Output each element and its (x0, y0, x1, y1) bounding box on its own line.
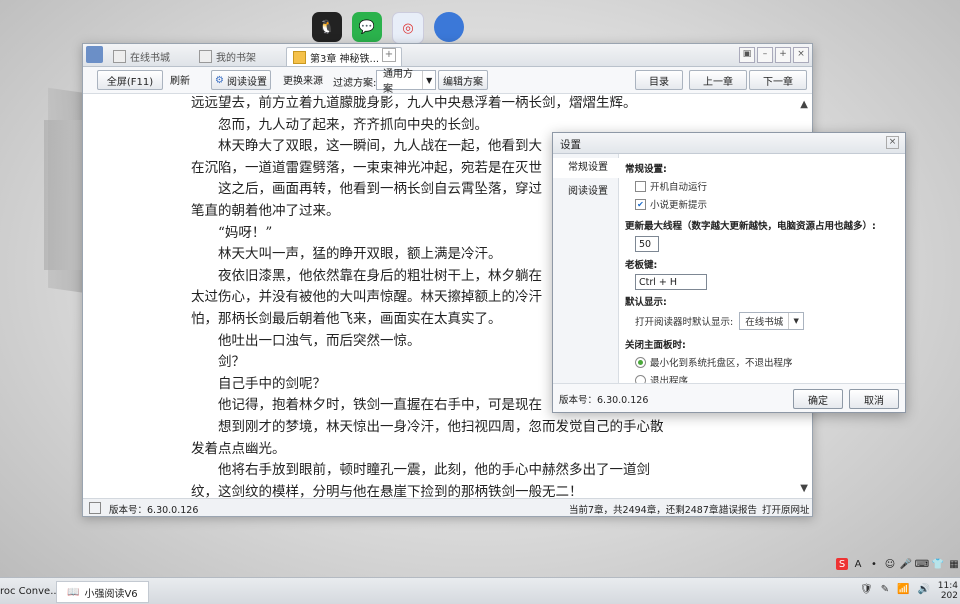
ok-button[interactable]: 确定 (793, 389, 843, 409)
window-controls: ▣ – + × (739, 47, 809, 63)
keyboard-icon[interactable]: ⌨ (915, 558, 929, 570)
open-reader-row: 打开阅读器时默认显示: 在线书城 ▼ (625, 310, 897, 332)
dialog-version-text: 版本号：6.30.0.126 (559, 395, 649, 406)
pen-icon[interactable]: ✎ (881, 584, 889, 595)
antivirus-icon[interactable]: 🛡 (860, 584, 873, 595)
emoji-icon[interactable]: ☺ (884, 558, 896, 570)
network-icon[interactable]: 📶 (897, 584, 909, 595)
skin-icon[interactable]: 👕 (932, 558, 944, 570)
section-heading: 常规设置: (625, 164, 667, 175)
system-tray: 🛡 ✎ 📶 🔊 (860, 584, 930, 595)
minimize-radio[interactable] (635, 356, 646, 368)
book-icon (293, 50, 306, 64)
desktop-decoration (44, 120, 84, 270)
taskbar: roc Conve... 📖 小强阅读V6 S A • ☺ 🎤 ⌨ 👕 ▦ 🛡 … (0, 558, 960, 604)
minimize-button[interactable]: – (757, 47, 773, 63)
catalog-button[interactable]: 目录 (635, 70, 683, 90)
default-display-label: 默认显示: (625, 297, 667, 308)
paragraph: 纹，这剑纹的模样，分明与他在悬崖下捡到的那柄铁剑一般无二！ (191, 483, 583, 498)
browser-icon[interactable] (434, 12, 464, 42)
paragraph: 他将右手放到眼前，顿时瞳孔一震，此刻，他的手心中赫然多出了一道剑 (191, 462, 650, 479)
taskbar-item-reader[interactable]: 📖 小强阅读V6 (56, 581, 149, 603)
paragraph: 远远望去，前方立着九道朦胧身影，九人中央悬浮着一柄长剑，熠熠生辉。 (191, 95, 637, 111)
nav-general-settings[interactable]: 常规设置 (553, 158, 619, 178)
prev-chapter-button[interactable]: 上一章 (689, 70, 747, 90)
dialog-footer: 版本号：6.30.0.126 确定 取消 (553, 383, 905, 412)
clock[interactable]: 11:4 202 (938, 581, 958, 601)
settings-icon: ⚙ (215, 74, 224, 86)
scroll-up-icon[interactable]: ▲ (800, 99, 808, 110)
cancel-button[interactable]: 取消 (849, 389, 899, 409)
default-display-select[interactable]: 在线书城 ▼ (739, 312, 805, 330)
settings-body: 常规设置: 开机自动运行 ✔ 小说更新提示 更新最大线程（数字越大更新越快，电脑… (625, 158, 897, 389)
bookshelf-icon (199, 49, 212, 63)
scroll-down-icon[interactable]: ▼ (800, 483, 808, 494)
close-icon[interactable]: × (886, 136, 899, 149)
boss-key-label: 老板键: (625, 260, 658, 271)
paragraph: 想到刚才的梦境，林天惊出一身冷汗，他扫视四周，忽而发觉自己的手心散 (191, 418, 664, 435)
read-settings-button[interactable]: ⚙ 阅读设置 (211, 70, 271, 90)
autostart-option[interactable]: 开机自动运行 (625, 177, 897, 195)
tools-icon[interactable]: ▦ (948, 558, 960, 570)
novel-update-checkbox[interactable]: ✔ (635, 198, 646, 210)
filter-select[interactable]: 通用方案 ▼ (376, 69, 436, 95)
paragraph: 发着点点幽光。 (191, 440, 286, 457)
settings-nav: 常规设置 阅读设置 (553, 154, 619, 384)
desktop-icon-row: 🐧 💬 ◎ (312, 12, 464, 44)
qq-icon[interactable]: 🐧 (312, 12, 342, 42)
nav-read-settings[interactable]: 阅读设置 (553, 182, 618, 202)
skin-button[interactable]: ▣ (739, 47, 755, 63)
dialog-title: 设置 (560, 139, 581, 151)
tab-bookshelf[interactable]: 我的书架 (193, 47, 262, 65)
error-report-link[interactable]: 错误报告 (719, 502, 757, 516)
next-chapter-button[interactable]: 下一章 (749, 70, 807, 90)
filter-label: 过滤方案: (333, 78, 377, 89)
avatar[interactable] (86, 46, 103, 63)
fullscreen-button[interactable]: 全屏(F11) (97, 70, 163, 90)
maximize-button[interactable]: + (775, 47, 791, 63)
novel-update-option[interactable]: ✔ 小说更新提示 (625, 195, 897, 213)
open-url-link[interactable]: 打开原网址 (762, 502, 810, 516)
max-threads-input[interactable]: 50 (635, 236, 659, 252)
change-source-button[interactable]: 更换来源 (281, 70, 325, 88)
microphone-icon[interactable]: 🎤 (900, 558, 912, 570)
version-text: 版本号：6.30.0.126 (109, 505, 199, 516)
punctuation-icon[interactable]: • (868, 558, 880, 570)
clock-date: 202 (940, 591, 958, 601)
sogou-icon[interactable]: S (836, 558, 848, 570)
tab-online-store[interactable]: 在线书城 (107, 47, 176, 65)
autostart-checkbox[interactable] (635, 180, 646, 192)
status-bar: 版本号：6.30.0.126 当前7章，共2494章，还剩2487章。 错误报告… (83, 498, 812, 516)
sidebar-toggle-icon[interactable] (89, 502, 101, 514)
dialog-titlebar: 设置 × (553, 133, 905, 154)
volume-icon[interactable]: 🔊 (918, 584, 930, 595)
wechat-icon[interactable]: 💬 (352, 12, 382, 42)
taskbar-item-converter[interactable]: roc Conve... (0, 581, 60, 601)
clock-time: 11:4 (937, 581, 958, 591)
language-icon[interactable]: A (852, 558, 864, 570)
max-threads-label: 更新最大线程（数字越大更新越快，电脑资源占用也越多）: (625, 221, 876, 232)
app-icon[interactable]: ◎ (392, 12, 424, 44)
edit-scheme-button[interactable]: 编辑方案 (438, 70, 488, 90)
add-tab-button[interactable]: + (382, 48, 396, 62)
reader-app-icon: 📖 (67, 586, 80, 598)
chevron-down-icon: ▼ (788, 313, 803, 329)
minimize-option[interactable]: 最小化到系统托盘区，不退出程序 (625, 353, 897, 371)
refresh-button[interactable]: 刷新 (165, 70, 195, 88)
store-icon (113, 49, 126, 63)
ime-toolbar: S A • ☺ 🎤 ⌨ 👕 ▦ (836, 558, 960, 570)
toolbar: 全屏(F11) 刷新 ⚙ 阅读设置 更换来源 过滤方案: 通用方案 ▼ 编辑方案… (83, 67, 812, 95)
tab-bar: 在线书城 我的书架 第3章 神秘铁... × + ▣ – + × (83, 44, 812, 67)
progress-text: 当前7章，共2494章，还剩2487章。 (569, 505, 728, 516)
close-button[interactable]: × (793, 47, 809, 63)
chevron-down-icon: ▼ (422, 71, 435, 89)
settings-dialog: 设置 × 常规设置 阅读设置 常规设置: 开机自动运行 ✔ 小说更新提示 更新最… (552, 132, 906, 413)
boss-key-input[interactable]: Ctrl + H (635, 274, 707, 290)
close-panel-label: 关闭主面板时: (625, 340, 686, 351)
